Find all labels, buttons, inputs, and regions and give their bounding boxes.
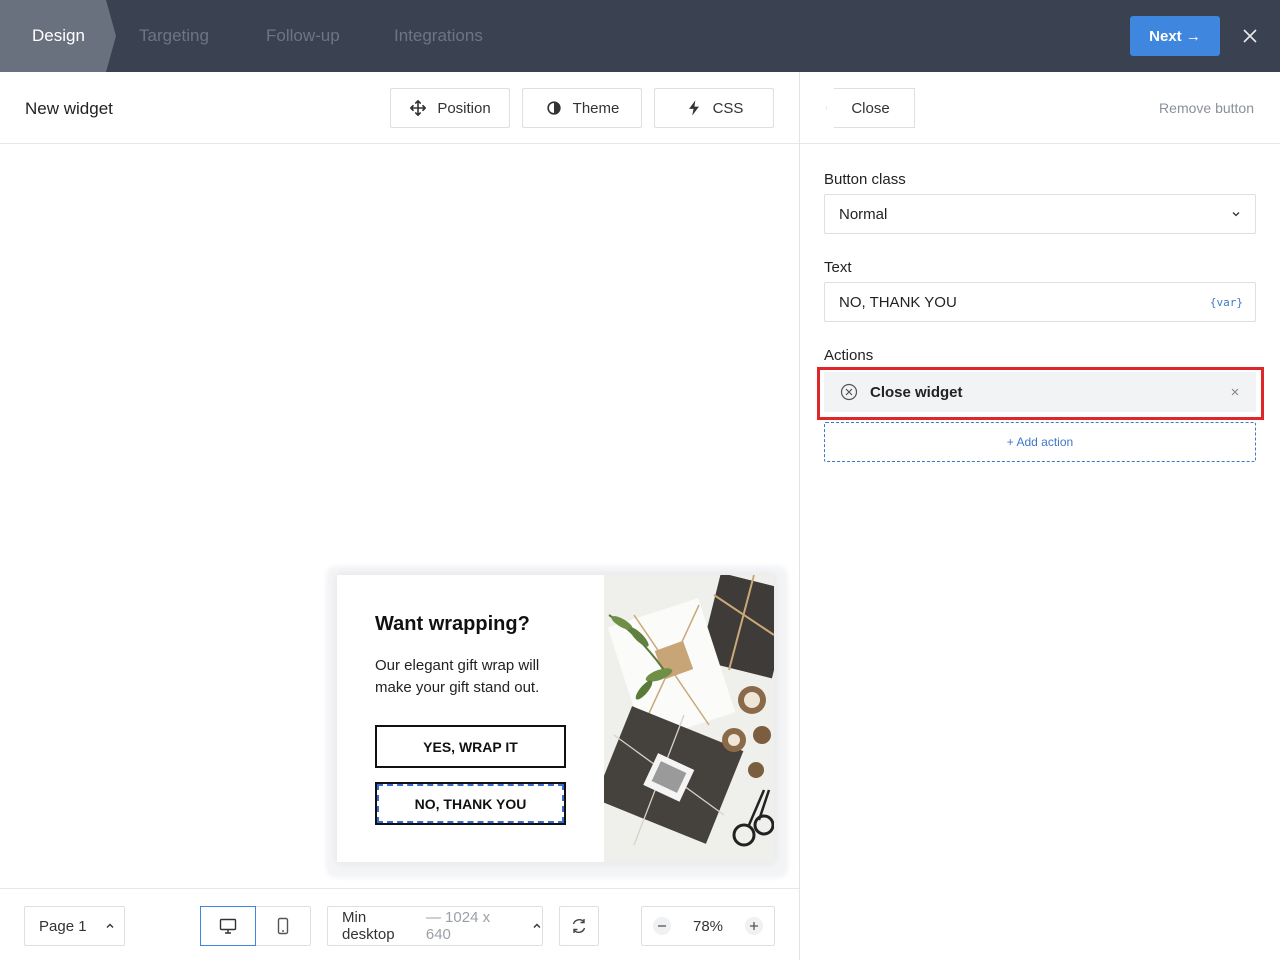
text-label: Text (824, 259, 852, 276)
chevron-up-icon (533, 923, 541, 928)
no-thank-you-button[interactable]: NO, THANK YOU (375, 782, 566, 825)
desktop-view-button[interactable] (200, 905, 256, 946)
step-follow-up[interactable]: Follow-up (266, 0, 340, 72)
page-selector[interactable]: Page 1 (24, 906, 125, 946)
step-targeting[interactable]: Targeting (139, 0, 209, 72)
chevron-down-icon (1232, 212, 1240, 217)
editor-area: New widget Position Theme CSS Want wrapp… (0, 72, 800, 960)
variable-tag[interactable]: {var} (1210, 296, 1243, 309)
add-action-button[interactable]: + Add action (824, 422, 1256, 462)
zoom-out-icon[interactable] (652, 916, 672, 936)
remove-button-link[interactable]: Remove button (1159, 100, 1254, 116)
properties-panel: Close Remove button Button class Normal … (800, 72, 1280, 960)
action-item-label: Close widget (870, 383, 963, 401)
viewport-name: Min desktop (342, 909, 395, 943)
move-icon (410, 99, 427, 117)
popup-body[interactable]: Our elegant gift wrap will make your gif… (375, 655, 575, 699)
refresh-button[interactable] (559, 906, 599, 946)
page-label: Page 1 (39, 917, 87, 935)
viewport-size: — 1024 x 640 (425, 909, 491, 943)
zoom-control: 78% (641, 906, 775, 946)
bottom-toolbar: Page 1 Min desktop — 1024 x 640 78% (0, 888, 799, 960)
step-integrations[interactable]: Integrations (394, 0, 483, 72)
button-class-value: Normal (839, 205, 888, 223)
zoom-in-icon[interactable] (744, 916, 764, 936)
css-button[interactable]: CSS (654, 88, 774, 128)
mobile-icon (277, 917, 288, 935)
button-class-select[interactable]: Normal (824, 194, 1256, 234)
text-input-value: NO, THANK YOU (839, 293, 957, 311)
panel-header: Close Remove button (800, 72, 1280, 144)
gift-image (604, 575, 774, 862)
gift-illustration (604, 575, 774, 862)
remove-action-icon[interactable] (1230, 387, 1240, 397)
theme-button[interactable]: Theme (522, 88, 642, 128)
step-design[interactable]: Design (0, 0, 116, 72)
close-circle-icon (840, 383, 858, 401)
close-icon[interactable] (1238, 24, 1262, 48)
actions-label: Actions (824, 347, 874, 364)
device-toggle (200, 905, 311, 946)
chevron-up-icon (106, 923, 114, 928)
lightning-icon (688, 100, 699, 116)
button-class-label: Button class (824, 171, 906, 188)
yes-wrap-button[interactable]: YES, WRAP IT (375, 725, 566, 768)
css-label: CSS (712, 99, 744, 117)
close-panel-button[interactable]: Close (826, 88, 915, 128)
refresh-icon (572, 918, 586, 934)
position-button[interactable]: Position (390, 88, 510, 128)
widget-name: New widget (25, 99, 113, 118)
top-bar: Design Targeting Follow-up Integrations … (0, 0, 1280, 72)
contrast-icon (546, 101, 561, 115)
position-label: Position (437, 99, 491, 117)
desktop-icon (219, 918, 236, 934)
zoom-value: 78% (692, 917, 724, 935)
next-button[interactable]: Next → (1130, 16, 1220, 56)
viewport-selector[interactable]: Min desktop — 1024 x 640 (327, 906, 543, 946)
action-item-close-widget[interactable]: Close widget (824, 372, 1256, 412)
widget-popup-preview[interactable]: Want wrapping? Our elegant gift wrap wil… (337, 575, 774, 862)
text-input[interactable]: NO, THANK YOU {var} (824, 282, 1256, 322)
popup-title[interactable]: Want wrapping? (375, 613, 530, 636)
editor-header: New widget Position Theme CSS (0, 72, 799, 144)
mobile-view-button[interactable] (256, 906, 311, 946)
theme-label: Theme (572, 99, 620, 117)
